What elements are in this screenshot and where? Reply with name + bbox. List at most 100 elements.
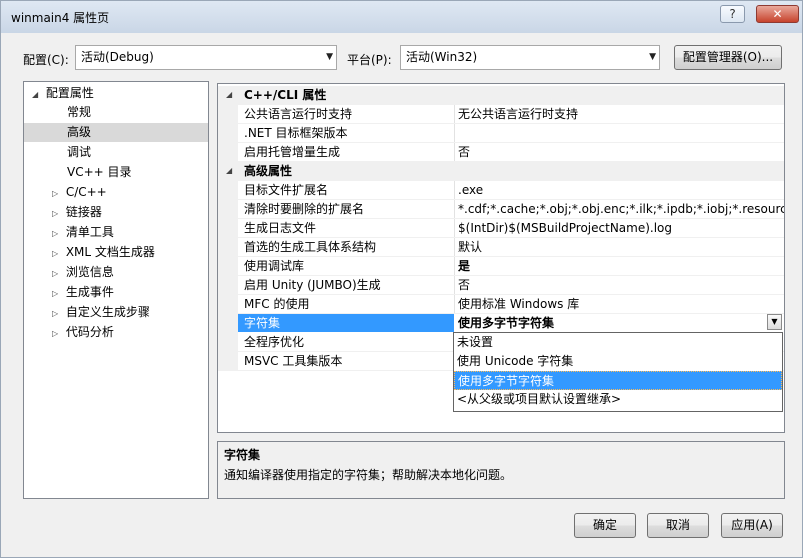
property-value[interactable]: 使用标准 Windows 库 [458,295,784,313]
expand-icon[interactable]: ▷ [52,244,62,263]
tree-item-code-analysis[interactable]: ▷ 代码分析 [52,323,114,342]
dropdown-option[interactable]: 未设置 [454,333,782,352]
tree-item-build-events[interactable]: ▷ 生成事件 [52,283,114,302]
property-value[interactable]: 无公共语言运行时支持 [458,105,784,123]
property-value-combo[interactable]: 使用多字节字符集 [458,314,768,332]
property-name: 首选的生成工具体系结构 [244,240,377,254]
expand-icon[interactable]: ▷ [52,264,62,283]
expand-icon[interactable]: ▷ [52,184,62,203]
tree-item-label: 清单工具 [65,225,114,239]
grid-row-selected[interactable]: 字符集 使用多字节字符集 [218,314,784,333]
row-gutter [218,352,238,371]
grid-row[interactable]: 启用 Unity (JUMBO)生成 否 [218,276,784,295]
dropdown-button[interactable]: ▼ [767,314,782,330]
property-value[interactable]: .exe [458,181,784,199]
category-advanced[interactable]: ◢ 高级属性 [218,162,784,181]
grid-row[interactable]: 首选的生成工具体系结构 默认 [218,238,784,257]
property-name: 字符集 [238,314,454,332]
row-gutter [218,124,238,143]
divider [454,276,455,295]
property-name: 启用 Unity (JUMBO)生成 [244,278,381,292]
dropdown-option-highlighted[interactable]: 使用多字节字符集 [454,371,782,390]
grid-row[interactable]: MFC 的使用 使用标准 Windows 库 [218,295,784,314]
tree-item-xml-doc[interactable]: ▷ XML 文档生成器 [52,243,155,262]
property-name: 生成日志文件 [244,221,317,235]
property-value[interactable]: 否 [458,143,784,161]
ok-button[interactable]: 确定 [574,513,636,538]
property-value[interactable]: $(IntDir)$(MSBuildProjectName).log [458,219,784,237]
collapse-icon[interactable]: ◢ [32,85,42,104]
expand-icon[interactable]: ▷ [52,304,62,323]
tree-item-label: 自定义生成步骤 [65,305,150,319]
row-gutter [218,143,238,162]
grid-row[interactable]: .NET 目标框架版本 [218,124,784,143]
tree-item-custom-build[interactable]: ▷ 自定义生成步骤 [52,303,150,322]
config-manager-button[interactable]: 配置管理器(O)... [674,45,782,70]
expand-icon[interactable]: ▷ [52,224,62,243]
row-gutter [218,333,238,352]
platform-combo[interactable]: 活动(Win32) ▼ [400,45,660,70]
tree-item-label: XML 文档生成器 [65,245,155,259]
help-button[interactable]: ? [720,5,745,23]
description-text: 通知编译器使用指定的字符集；帮助解决本地化问题。 [224,468,513,482]
divider [454,200,455,219]
platform-combo-value: 活动(Win32) [406,50,478,64]
tree-item-debugging[interactable]: 调试 [67,143,91,162]
property-name: 清除时要删除的扩展名 [244,202,365,216]
category-cli[interactable]: ◢ C++/CLI 属性 [218,86,784,105]
tree-item-label: 高级 [67,125,92,139]
grid-row[interactable]: 目标文件扩展名 .exe [218,181,784,200]
divider [454,105,455,124]
property-tree[interactable]: ◢ 配置属性 常规 高级 调试 VC++ 目录 ▷ C/C++ ▷ 链接器 ▷ … [23,81,209,499]
grid-row[interactable]: 清除时要删除的扩展名 *.cdf;*.cache;*.obj;*.obj.enc;… [218,200,784,219]
tree-item-browse-info[interactable]: ▷ 浏览信息 [52,263,114,282]
description-panel: 字符集 通知编译器使用指定的字符集；帮助解决本地化问题。 [217,441,785,499]
divider [454,295,455,314]
divider [454,238,455,257]
expand-icon[interactable]: ▷ [52,324,62,343]
tree-root-label: 配置属性 [45,86,94,100]
category-label: 高级属性 [244,164,293,178]
chevron-down-icon: ▼ [326,52,333,62]
row-gutter [218,238,238,257]
property-value[interactable]: 默认 [458,238,784,256]
property-name: MFC 的使用 [244,297,310,311]
config-combo[interactable]: 活动(Debug) ▼ [75,45,337,70]
property-name: 启用托管增量生成 [244,145,341,159]
dropdown-option[interactable]: 使用 Unicode 字符集 [454,352,782,371]
collapse-icon[interactable]: ◢ [226,86,232,104]
tree-item-linker[interactable]: ▷ 链接器 [52,203,102,222]
expand-icon[interactable]: ▷ [52,284,62,303]
row-gutter [218,105,238,124]
apply-button[interactable]: 应用(A) [721,513,783,538]
tree-item-label: 常规 [67,105,92,119]
expand-icon[interactable]: ▷ [52,204,62,223]
grid-row[interactable]: 生成日志文件 $(IntDir)$(MSBuildProjectName).log [218,219,784,238]
grid-row[interactable]: 公共语言运行时支持 无公共语言运行时支持 [218,105,784,124]
tree-item-general[interactable]: 常规 [67,103,207,122]
property-name: 公共语言运行时支持 [244,107,353,121]
tree-item-cpp[interactable]: ▷ C/C++ [52,183,107,202]
tree-item-label: 浏览信息 [65,265,114,279]
divider [454,124,455,143]
property-value[interactable]: 是 [458,257,784,275]
divider [454,181,455,200]
collapse-icon[interactable]: ◢ [226,162,232,180]
chevron-down-icon: ▼ [771,317,778,326]
tree-item-vc-directories[interactable]: VC++ 目录 [67,163,132,182]
tree-item-manifest-tool[interactable]: ▷ 清单工具 [52,223,114,242]
property-value[interactable]: 否 [458,276,784,294]
tree-item-advanced[interactable]: 高级 [24,123,208,142]
tree-item-label: 代码分析 [65,325,114,339]
tree-root[interactable]: ◢ 配置属性 [32,84,94,103]
dropdown-option[interactable]: <从父级或项目默认设置继承> [454,390,782,409]
row-gutter [218,314,238,333]
cancel-button[interactable]: 取消 [647,513,709,538]
grid-row[interactable]: 使用调试库 是 [218,257,784,276]
tree-item-label: VC++ 目录 [67,165,132,179]
property-value[interactable]: *.cdf;*.cache;*.obj;*.obj.enc;*.ilk;*.ip… [458,200,784,218]
property-pages-window: winmain4 属性页 ? – ✕ 配置(C): 活动(Debug) ▼ 平台… [0,0,803,558]
charset-dropdown-list[interactable]: 未设置 使用 Unicode 字符集 使用多字节字符集 <从父级或项目默认设置继… [453,332,783,412]
grid-row[interactable]: 启用托管增量生成 否 [218,143,784,162]
close-button[interactable]: ✕ [756,5,799,23]
